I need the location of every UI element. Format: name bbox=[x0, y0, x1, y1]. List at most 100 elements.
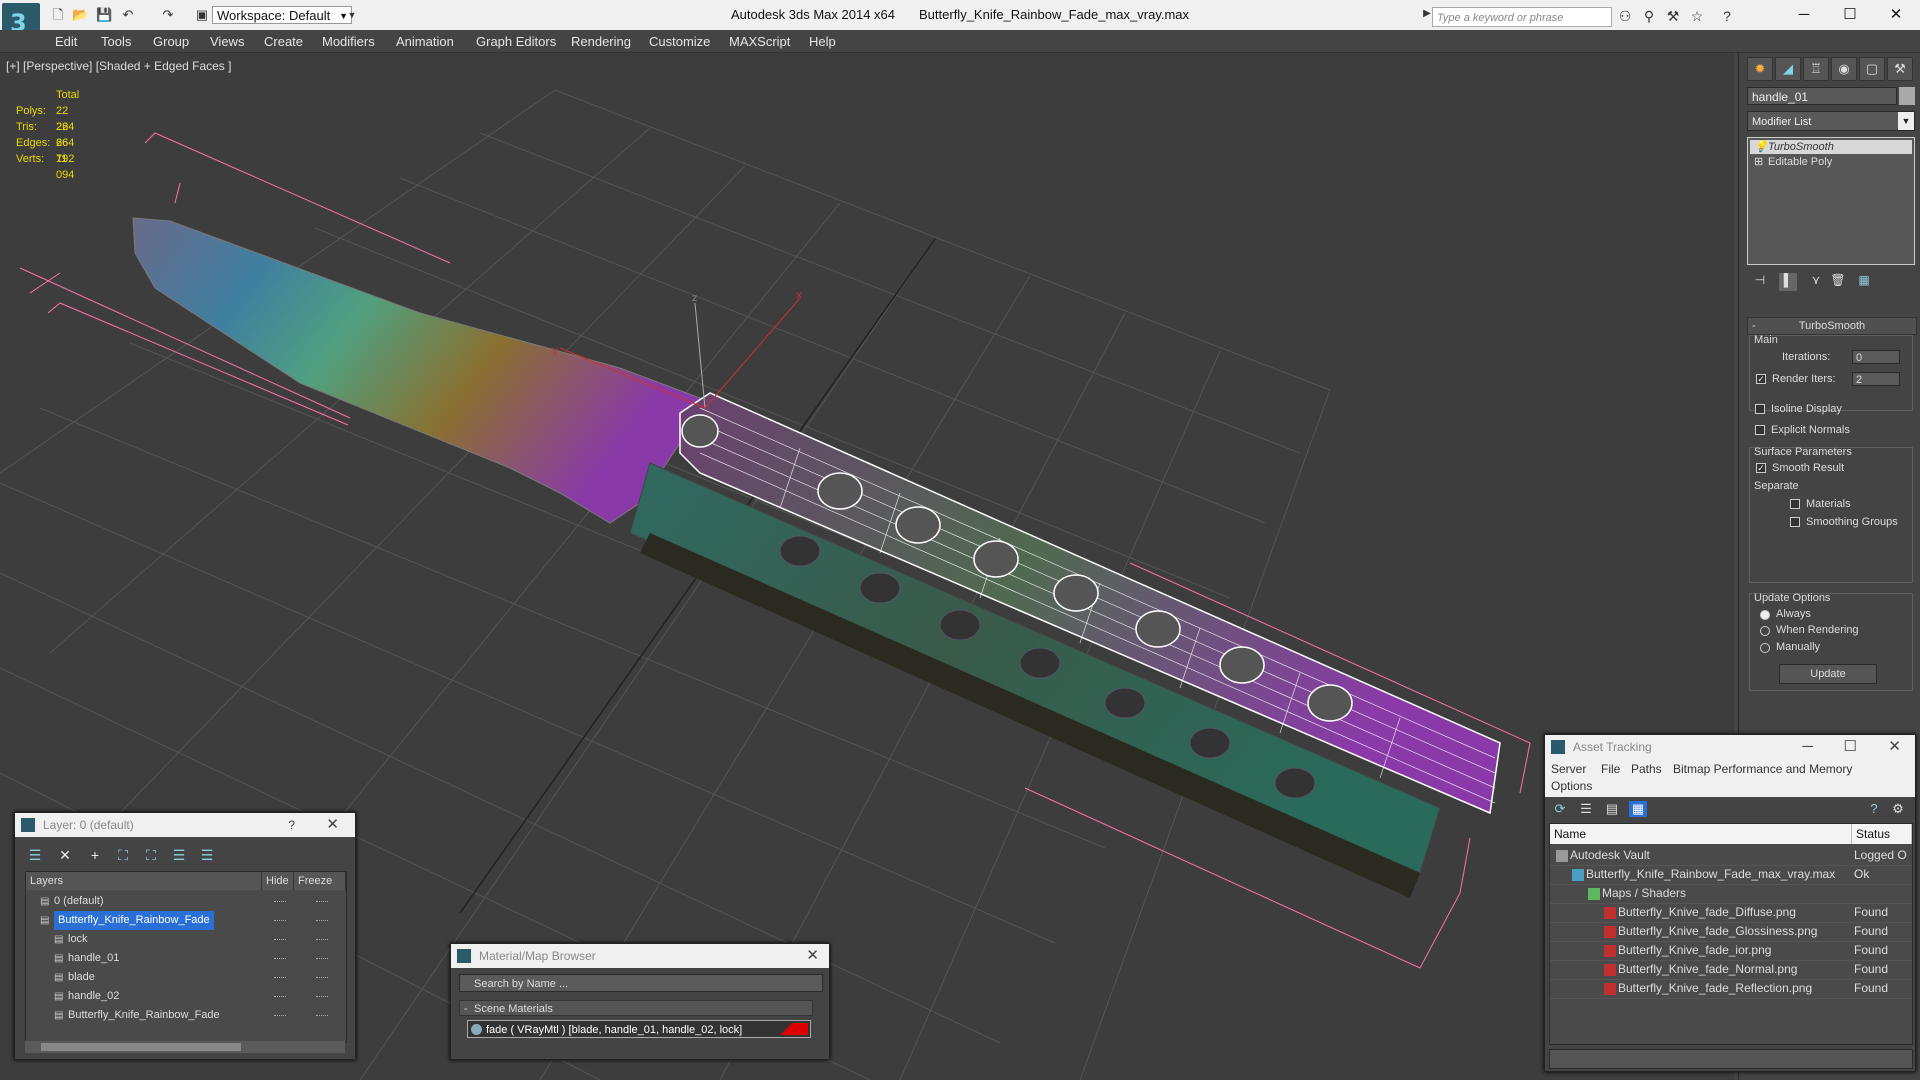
list-view-icon[interactable]: ☰ bbox=[1577, 801, 1595, 817]
hide-toggle[interactable] bbox=[274, 939, 286, 940]
layer-row[interactable]: ▤ blade bbox=[26, 968, 346, 987]
viewport-label[interactable]: [+] [Perspective] [Shaded + Edged Faces … bbox=[6, 59, 231, 73]
freeze-toggle[interactable] bbox=[316, 977, 328, 978]
hide-toggle[interactable] bbox=[274, 958, 286, 959]
modifier-list-dropdown[interactable]: Modifier List ▼ bbox=[1747, 111, 1915, 131]
layer-row[interactable]: ▤ Butterfly_Knife_Rainbow_Fade bbox=[26, 911, 346, 930]
hide-toggle[interactable] bbox=[274, 1015, 286, 1016]
menu-modifiers[interactable]: Modifiers bbox=[322, 34, 375, 49]
explicit-normals-checkbox[interactable] bbox=[1755, 425, 1765, 435]
hide-toggle[interactable] bbox=[274, 920, 286, 921]
modify-tab-icon[interactable]: ◢ bbox=[1775, 57, 1801, 81]
create-layer-icon[interactable]: ☰ bbox=[25, 847, 45, 865]
menu-animation[interactable]: Animation bbox=[396, 34, 454, 49]
minimize-button[interactable]: ─ bbox=[1784, 4, 1824, 26]
layer-row[interactable]: ▤ Butterfly_Knife_Rainbow_Fade bbox=[26, 1006, 346, 1025]
object-name-field[interactable]: handle_01 bbox=[1747, 87, 1897, 105]
freeze-toggle[interactable] bbox=[316, 939, 328, 940]
menu-rendering[interactable]: Rendering bbox=[571, 34, 631, 49]
table-view-icon[interactable]: ▦ bbox=[1629, 801, 1647, 817]
favorites-icon[interactable]: ☆ bbox=[1688, 8, 1706, 24]
layer-dialog-close-button[interactable]: ✕ bbox=[326, 813, 339, 837]
stack-item-turbosmooth[interactable]: 💡 TurboSmooth bbox=[1750, 140, 1912, 154]
asset-menu-bitmap[interactable]: Bitmap Performance and Memory bbox=[1673, 762, 1852, 776]
create-tab-icon[interactable]: ✹ bbox=[1747, 57, 1773, 81]
communication-icon[interactable]: ⚒ bbox=[1664, 8, 1682, 24]
layer-dialog-titlebar[interactable]: Layer: 0 (default) ? ✕ bbox=[15, 813, 355, 837]
material-browser-close-button[interactable]: ✕ bbox=[806, 944, 819, 968]
asset-row[interactable]: Butterfly_Knive_fade_Reflection.png Found bbox=[1550, 979, 1912, 999]
render-iters-spinner[interactable]: 2 bbox=[1852, 372, 1900, 386]
menu-maxscript[interactable]: MAXScript bbox=[729, 34, 790, 49]
update-button[interactable]: Update bbox=[1779, 664, 1877, 684]
menu-graph-editors[interactable]: Graph Editors bbox=[476, 34, 556, 49]
asset-menu-server[interactable]: Server bbox=[1551, 762, 1586, 776]
layers-column-header[interactable]: Layers bbox=[26, 872, 262, 890]
freeze-toggle[interactable] bbox=[316, 920, 328, 921]
asset-row[interactable]: Butterfly_Knive_fade_Normal.png Found bbox=[1550, 960, 1912, 980]
hide-column-header[interactable]: Hide bbox=[262, 872, 294, 890]
asset-row[interactable]: Butterfly_Knive_fade_Diffuse.png Found bbox=[1550, 903, 1912, 923]
scene-materials-header[interactable]: - Scene Materials bbox=[459, 1000, 813, 1016]
remove-modifier-icon[interactable]: 🗑 bbox=[1829, 273, 1847, 291]
material-search-input[interactable]: Search by Name ... bbox=[459, 974, 823, 992]
expand-plus-icon[interactable]: ⊞ bbox=[1754, 155, 1763, 169]
asset-menu-file[interactable]: File bbox=[1601, 762, 1620, 776]
freeze-column-header[interactable]: Freeze bbox=[294, 872, 346, 890]
materials-checkbox[interactable] bbox=[1790, 499, 1800, 509]
menu-views[interactable]: Views bbox=[210, 34, 244, 49]
asset-maximize-button[interactable]: ☐ bbox=[1844, 735, 1857, 759]
menu-customize[interactable]: Customize bbox=[649, 34, 710, 49]
hide-toggle[interactable] bbox=[274, 901, 286, 902]
maximize-button[interactable]: ☐ bbox=[1830, 4, 1870, 26]
asset-help-icon[interactable]: ? bbox=[1865, 801, 1883, 817]
menu-create[interactable]: Create bbox=[264, 34, 303, 49]
always-radio[interactable] bbox=[1760, 610, 1770, 620]
thumbnail-view-icon[interactable]: ▤ bbox=[1603, 801, 1621, 817]
menu-group[interactable]: Group bbox=[153, 34, 189, 49]
menu-edit[interactable]: Edit bbox=[55, 34, 77, 49]
asset-row[interactable]: Butterfly_Knife_Rainbow_Fade_max_vray.ma… bbox=[1550, 865, 1912, 885]
layer-row[interactable]: ▤ handle_01 bbox=[26, 949, 346, 968]
utilities-tab-icon[interactable]: ⚒ bbox=[1887, 57, 1913, 81]
turbosmooth-rollout-header[interactable]: - TurboSmooth bbox=[1747, 317, 1917, 335]
layer-row[interactable]: ▤ handle_02 bbox=[26, 987, 346, 1006]
iterations-spinner[interactable]: 0 bbox=[1852, 350, 1900, 364]
freeze-toggle[interactable] bbox=[316, 901, 328, 902]
freeze-all-icon[interactable]: ☰ bbox=[197, 847, 217, 865]
menu-help[interactable]: Help bbox=[809, 34, 836, 49]
hierarchy-tab-icon[interactable]: ♖ bbox=[1803, 57, 1829, 81]
select-objects-icon[interactable]: ⛶ bbox=[113, 847, 133, 865]
lightbulb-icon[interactable]: 💡 bbox=[1754, 140, 1768, 154]
hide-toggle[interactable] bbox=[274, 996, 286, 997]
close-button[interactable]: ✕ bbox=[1876, 4, 1916, 26]
asset-row[interactable]: Autodesk Vault Logged O bbox=[1550, 846, 1912, 866]
show-end-result-icon[interactable]: ▌ bbox=[1779, 273, 1797, 291]
when-rendering-radio[interactable] bbox=[1760, 626, 1770, 636]
asset-row[interactable]: Maps / Shaders bbox=[1550, 884, 1912, 904]
display-tab-icon[interactable]: ▢ bbox=[1859, 57, 1885, 81]
hide-all-icon[interactable]: ☰ bbox=[169, 847, 189, 865]
menu-tools[interactable]: Tools bbox=[101, 34, 131, 49]
layer-row[interactable]: ▤ lock bbox=[26, 930, 346, 949]
make-unique-icon[interactable]: ⋎ bbox=[1807, 273, 1825, 291]
layer-row[interactable]: ▤ 0 (default) bbox=[26, 892, 346, 911]
object-color-swatch[interactable] bbox=[1899, 87, 1915, 105]
freeze-toggle[interactable] bbox=[316, 996, 328, 997]
refresh-icon[interactable]: ⟳ bbox=[1551, 801, 1569, 817]
material-browser-titlebar[interactable]: Material/Map Browser ✕ bbox=[451, 944, 829, 968]
asset-close-button[interactable]: ✕ bbox=[1888, 735, 1901, 759]
asset-path-field[interactable] bbox=[1549, 1049, 1913, 1069]
stack-item-editable-poly[interactable]: ⊞ Editable Poly bbox=[1750, 155, 1912, 169]
freeze-toggle[interactable] bbox=[316, 958, 328, 959]
smoothing-groups-checkbox[interactable] bbox=[1790, 517, 1800, 527]
delete-layer-icon[interactable]: ✕ bbox=[55, 847, 75, 865]
subscription-icon[interactable]: ⚲ bbox=[1640, 8, 1658, 24]
smooth-result-checkbox[interactable]: ✓ bbox=[1756, 463, 1766, 473]
freeze-toggle[interactable] bbox=[316, 1015, 328, 1016]
scrollbar-thumb[interactable] bbox=[41, 1043, 241, 1051]
asset-tracking-titlebar[interactable]: Asset Tracking ─ ☐ ✕ bbox=[1545, 735, 1915, 759]
binoculars-icon[interactable]: ⚇ bbox=[1616, 8, 1634, 24]
asset-menu-paths[interactable]: Paths bbox=[1631, 762, 1662, 776]
manually-radio[interactable] bbox=[1760, 643, 1770, 653]
